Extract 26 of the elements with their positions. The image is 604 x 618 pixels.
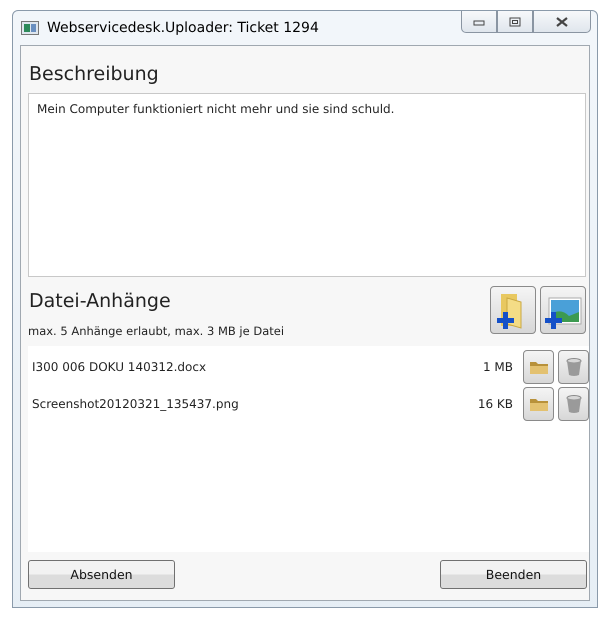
send-button[interactable]: Absenden: [28, 560, 175, 589]
trash-icon: [566, 356, 582, 376]
section-heading: Beschreibung: [28, 62, 160, 87]
close-icon: [555, 16, 569, 26]
description-field[interactable]: Mein Computer funktioniert nicht mehr und sie sind schuld.: [28, 93, 586, 277]
file-name: Screenshot20120321_135437.png: [32, 396, 240, 410]
delete-button[interactable]: [558, 350, 589, 384]
close-button[interactable]: [533, 11, 591, 33]
exit-button[interactable]: Beenden: [440, 560, 587, 589]
delete-button[interactable]: [558, 386, 589, 420]
attachment-limit-text: max. 5 Anhänge erlaubt, max. 3 MB je Datei: [28, 324, 286, 340]
file-size: 16 KB: [478, 396, 513, 410]
open-folder-button[interactable]: [523, 386, 554, 420]
trash-icon: [566, 394, 582, 414]
add-file-button[interactable]: [490, 286, 536, 334]
app-icon: [21, 21, 39, 35]
minimize-button[interactable]: [461, 11, 497, 33]
maximize-button[interactable]: [497, 11, 533, 33]
file-name: I300 006 DOKU 140312.docx: [32, 360, 208, 374]
file-size: 1 MB: [482, 360, 513, 374]
window-title: Webservicedesk.Uploader: Ticket 1294: [47, 20, 320, 36]
section-heading: Datei-Anhänge: [28, 289, 172, 314]
open-folder-button[interactable]: [523, 350, 554, 384]
maximize-icon: [509, 16, 521, 26]
add-image-button[interactable]: [540, 286, 586, 334]
minimize-icon: [473, 18, 485, 26]
